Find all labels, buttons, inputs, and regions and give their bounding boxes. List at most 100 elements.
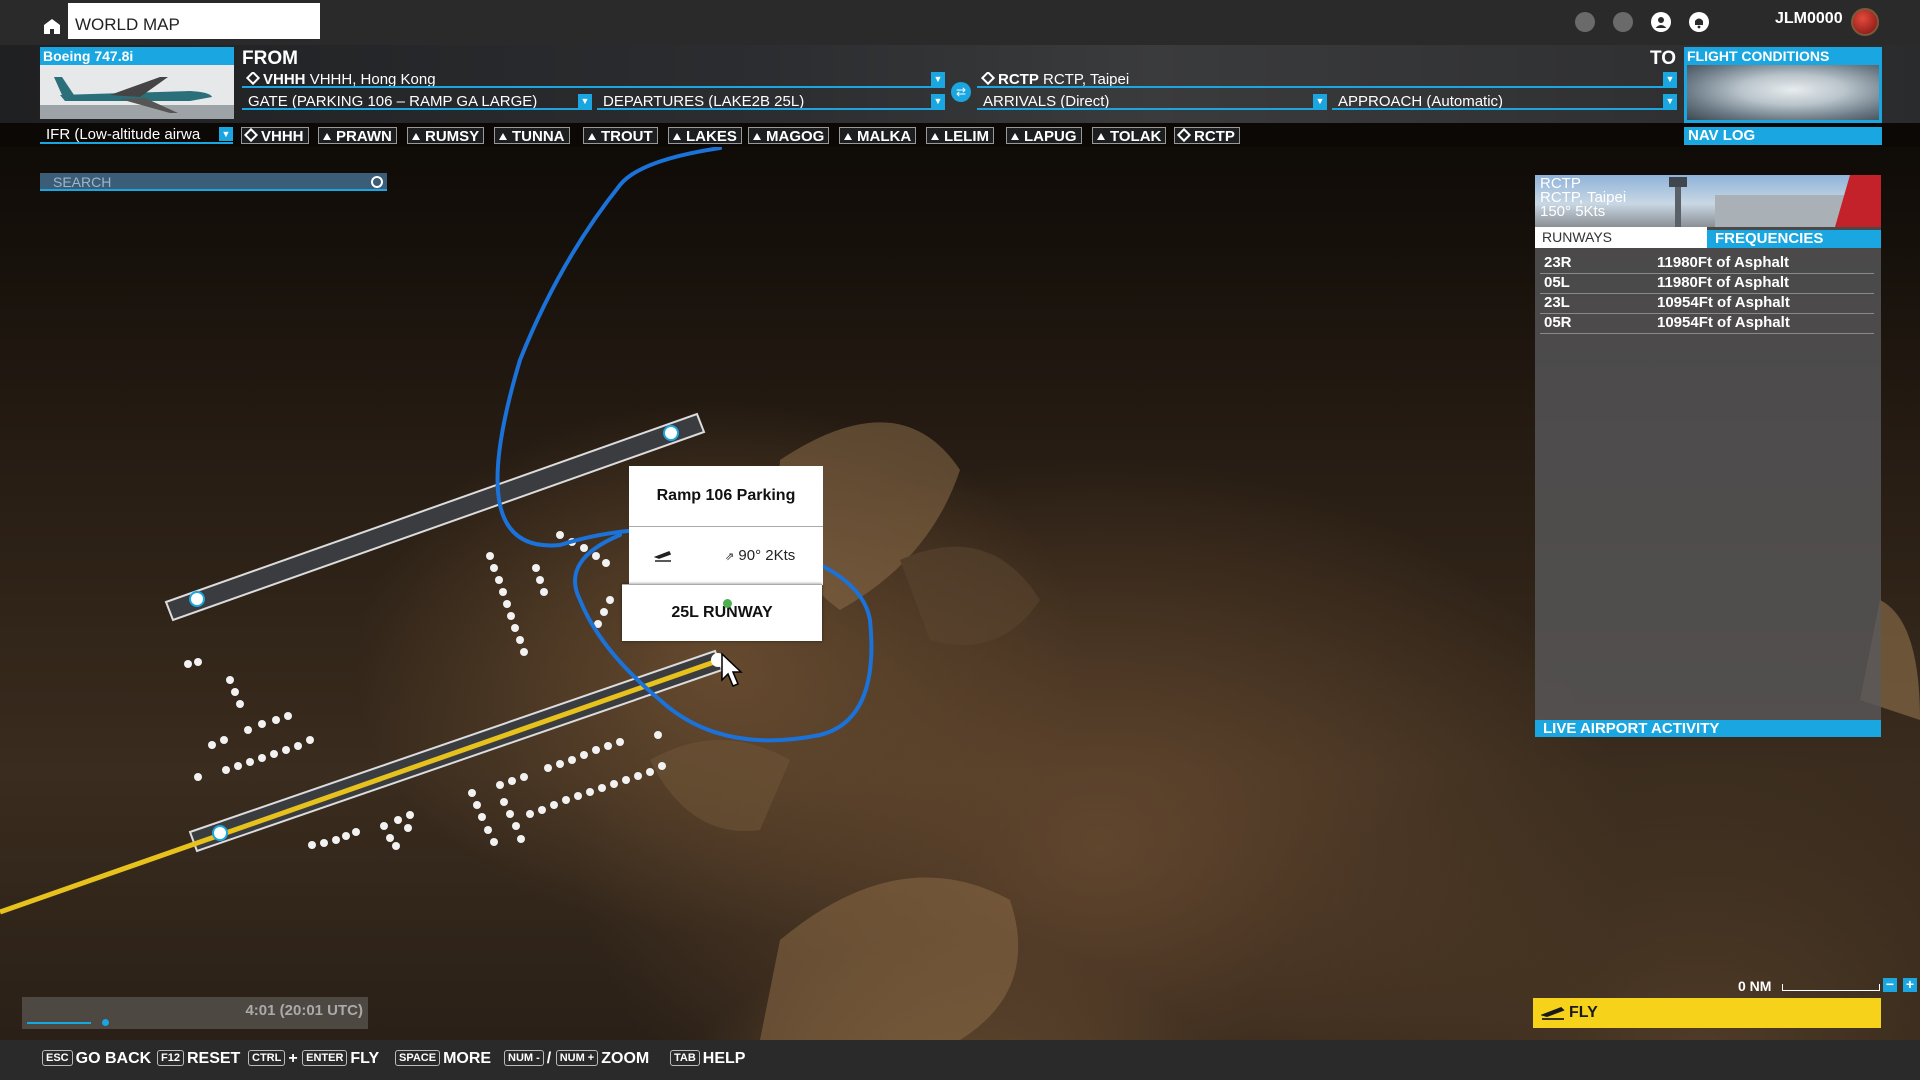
- hint-more[interactable]: SPACE MORE: [395, 1050, 491, 1068]
- map-scale-bar: [1782, 984, 1880, 991]
- waypoint-lakes[interactable]: LAKES: [668, 127, 742, 145]
- key-space: SPACE: [395, 1050, 441, 1066]
- fly-button[interactable]: FLY: [1533, 998, 1881, 1028]
- flight-conditions-card[interactable]: FLIGHT CONDITIONS: [1684, 47, 1882, 123]
- group-icon[interactable]: [1613, 12, 1633, 32]
- from-label: FROM: [242, 48, 298, 69]
- waypoint-tunna[interactable]: TUNNA: [494, 127, 570, 145]
- aircraft-name: Boeing 747.8i: [40, 47, 234, 65]
- runway-row[interactable]: 05L 11980Ft of Asphalt: [1540, 273, 1874, 294]
- waypoint-tolak[interactable]: TOLAK: [1092, 127, 1167, 145]
- waypoint-rumsy[interactable]: RUMSY: [407, 127, 485, 145]
- arrivals-select[interactable]: ARRIVALS (Direct) ▼: [977, 94, 1327, 110]
- airport-icon: [243, 127, 259, 143]
- wind-icon: ⇗: [725, 551, 735, 563]
- chevron-down-icon[interactable]: ▼: [931, 72, 945, 86]
- flight-conditions-label: FLIGHT CONDITIONS: [1687, 48, 1830, 64]
- weather-cloud-icon: [1687, 65, 1879, 120]
- hint-go-back[interactable]: ESC GO BACK: [42, 1050, 151, 1068]
- tab-frequencies[interactable]: FREQUENCIES: [1707, 230, 1881, 248]
- aircraft-card[interactable]: Boeing 747.8i: [40, 47, 234, 119]
- globe-icon[interactable]: [1575, 12, 1595, 32]
- avatar[interactable]: [1851, 8, 1879, 36]
- airport-icon: [1176, 127, 1192, 143]
- waypoint-prawn[interactable]: PRAWN: [318, 127, 397, 145]
- key-enter: ENTER: [302, 1050, 348, 1066]
- live-airport-activity-button[interactable]: LIVE AIRPORT ACTIVITY: [1535, 720, 1881, 737]
- waypoint-lapug[interactable]: LAPUG: [1006, 127, 1082, 145]
- aircraft-image: [40, 65, 234, 119]
- parking-popup[interactable]: Ramp 106 Parking ⇗ 90° 2Kts 25L RUNWAY: [622, 466, 823, 642]
- chevron-down-icon[interactable]: ▼: [931, 94, 945, 108]
- waypoint-icon: [753, 133, 761, 140]
- swap-icon[interactable]: ⇄: [951, 82, 971, 102]
- wind-indicator: ⇗ 90° 2Kts: [725, 547, 796, 564]
- chevron-down-icon[interactable]: ▼: [1663, 72, 1677, 86]
- gate-select[interactable]: GATE (PARKING 106 – RAMP GA LARGE) ▼: [242, 94, 592, 110]
- key-esc: ESC: [42, 1050, 73, 1066]
- takeoff-icon: [654, 550, 672, 562]
- zoom-in-button[interactable]: +: [1903, 977, 1917, 992]
- slider-track[interactable]: [27, 1022, 91, 1024]
- waypoint-icon: [1011, 133, 1019, 140]
- selected-dot: [723, 599, 732, 608]
- key-num-plus: NUM +: [555, 1050, 599, 1066]
- chevron-down-icon[interactable]: ▼: [578, 94, 592, 108]
- airport-header: RCTP RCTP, Taipei 150° 5Kts: [1535, 175, 1881, 227]
- slider-handle[interactable]: [102, 1019, 109, 1026]
- runway-row[interactable]: 23R 11980Ft of Asphalt: [1540, 253, 1874, 274]
- waypoint-icon: [323, 133, 331, 140]
- user-name[interactable]: JLM0000: [1775, 10, 1843, 28]
- waypoint-icon: [931, 133, 939, 140]
- airport-wind: 150° 5Kts: [1540, 203, 1606, 220]
- waypoint-icon: [588, 133, 596, 140]
- popup-wind-row: ⇗ 90° 2Kts: [629, 526, 823, 585]
- airport-icon: [980, 72, 996, 86]
- popup-title: Ramp 106 Parking: [629, 466, 823, 526]
- waypoint-icon: [673, 133, 681, 140]
- hint-reset[interactable]: F12 RESET: [157, 1050, 240, 1068]
- key-tab: TAB: [670, 1050, 700, 1066]
- waypoint-icon: [844, 133, 852, 140]
- tab-runways[interactable]: RUNWAYS: [1535, 227, 1707, 248]
- key-num-minus: NUM -: [504, 1050, 544, 1066]
- key-f12: F12: [157, 1050, 184, 1066]
- waypoint-rctp[interactable]: RCTP: [1174, 127, 1240, 145]
- waypoint-lelim[interactable]: LELIM: [926, 127, 994, 145]
- zoom-out-button[interactable]: −: [1883, 977, 1897, 992]
- runway-row[interactable]: 05R 10954Ft of Asphalt: [1540, 313, 1874, 334]
- home-icon[interactable]: [40, 14, 64, 38]
- approach-select[interactable]: APPROACH (Automatic) ▼: [1332, 94, 1677, 110]
- airport-icon: [245, 72, 261, 86]
- waypoint-icon: [412, 133, 420, 140]
- key-ctrl: CTRL: [248, 1050, 286, 1066]
- runway-select-button[interactable]: 25L RUNWAY: [622, 584, 822, 641]
- route-type-select[interactable]: IFR (Low-altitude airwa ▼: [40, 127, 233, 144]
- hint-fly[interactable]: CTRL + ENTER FLY: [248, 1050, 379, 1068]
- nav-log-button[interactable]: NAV LOG: [1684, 127, 1882, 145]
- arrival-airport-field[interactable]: RCTP RCTP, Taipei ▼: [977, 72, 1677, 88]
- chevron-down-icon[interactable]: ▼: [1663, 94, 1677, 108]
- airport-info-panel: RCTP RCTP, Taipei 150° 5Kts RUNWAYS FREQ…: [1535, 175, 1881, 737]
- search-icon[interactable]: [371, 176, 383, 188]
- profile-icon[interactable]: [1651, 12, 1671, 32]
- hint-help[interactable]: TAB HELP: [670, 1050, 745, 1068]
- waypoint-magog[interactable]: MAGOG: [748, 127, 830, 145]
- notifications-icon[interactable]: [1689, 12, 1709, 32]
- waypoint-malka[interactable]: MALKA: [839, 127, 917, 145]
- waypoint-icon: [1097, 133, 1105, 140]
- world-map-tab[interactable]: WORLD MAP: [68, 3, 320, 39]
- time-text: 4:01 (20:01 UTC): [245, 1002, 363, 1019]
- hint-zoom[interactable]: NUM - / NUM + ZOOM: [504, 1050, 649, 1068]
- chevron-down-icon[interactable]: ▼: [219, 127, 233, 141]
- runway-row[interactable]: 23L 10954Ft of Asphalt: [1540, 293, 1874, 314]
- time-of-day-slider[interactable]: 4:01 (20:01 UTC): [22, 997, 368, 1029]
- takeoff-icon: [1541, 1006, 1565, 1020]
- waypoint-vhhh[interactable]: VHHH: [241, 127, 309, 145]
- waypoint-trout[interactable]: TROUT: [583, 127, 658, 145]
- fly-label: FLY: [1569, 1004, 1598, 1021]
- search-input[interactable]: SEARCH: [40, 173, 387, 191]
- departure-airport-field[interactable]: VHHH VHHH, Hong Kong ▼: [242, 72, 945, 88]
- chevron-down-icon[interactable]: ▼: [1313, 94, 1327, 108]
- departures-select[interactable]: DEPARTURES (LAKE2B 25L) ▼: [597, 94, 945, 110]
